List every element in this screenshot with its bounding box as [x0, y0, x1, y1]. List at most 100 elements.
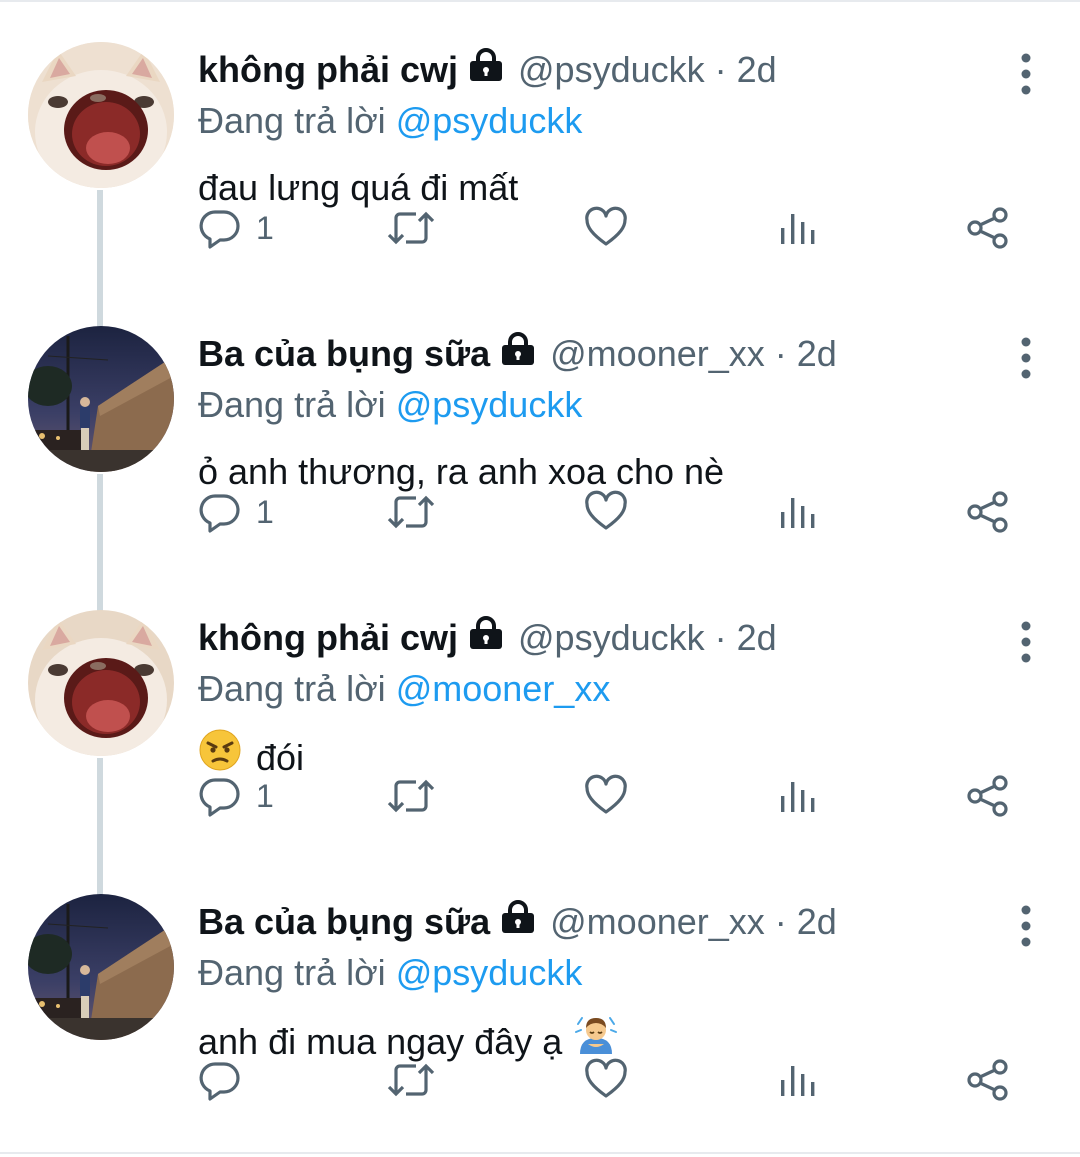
share-button[interactable] [966, 482, 1010, 542]
retweet-button[interactable] [386, 1050, 436, 1110]
like-button[interactable] [584, 482, 628, 542]
tweet[interactable]: không phải cwj @psyduckk · 2d Đang trả l… [0, 2, 1080, 286]
reply-icon [199, 778, 240, 817]
reply-button[interactable]: 1 [198, 198, 274, 258]
reply-icon [199, 494, 240, 533]
tweet-header: không phải cwj @psyduckk · 2d [198, 610, 1020, 666]
author-name[interactable]: Ba của bụng sữa [198, 894, 490, 950]
tweet[interactable]: Ba của bụng sữa @mooner_xx · 2d Đang trả… [0, 854, 1080, 1138]
views-icon [781, 498, 815, 528]
author-name[interactable]: không phải cwj [198, 610, 458, 666]
replying-to: Đang trả lời @psyduckk [198, 382, 1020, 428]
like-icon [585, 490, 627, 530]
views-icon [781, 214, 815, 244]
tweet-time[interactable]: 2d [737, 610, 777, 666]
replying-to: Đang trả lời @mooner_xx [198, 666, 1020, 712]
like-button[interactable] [584, 766, 628, 826]
reply-button[interactable]: 1 [198, 766, 274, 826]
reply-count: 1 [256, 777, 274, 814]
author-handle[interactable]: @psyduckk [518, 610, 705, 666]
tweet-body: không phải cwj @psyduckk · 2d Đang trả l… [198, 610, 1020, 788]
like-icon [585, 774, 627, 814]
lock-icon [468, 610, 504, 666]
like-icon [585, 1058, 627, 1098]
reply-thread: không phải cwj @psyduckk · 2d Đang trả l… [0, 0, 1080, 1157]
views-button[interactable] [776, 198, 820, 258]
more-icon[interactable] [1016, 902, 1036, 952]
street-photo-avatar [28, 326, 174, 472]
views-button[interactable] [776, 482, 820, 542]
author-handle[interactable]: @mooner_xx [550, 326, 765, 382]
tweet-header: không phải cwj @psyduckk · 2d [198, 42, 1020, 98]
replying-to-label: Đang trả lời [198, 100, 386, 141]
retweet-button[interactable] [386, 766, 436, 826]
like-button[interactable] [584, 1050, 628, 1110]
tweet-actions [198, 1050, 1038, 1110]
tweet-time[interactable]: 2d [797, 326, 837, 382]
replying-to-label: Đang trả lời [198, 384, 386, 425]
reply-count: 1 [256, 209, 274, 246]
share-button[interactable] [966, 766, 1010, 826]
tweet-body: Ba của bụng sữa @mooner_xx · 2d Đang trả… [198, 326, 1020, 500]
retweet-button[interactable] [386, 198, 436, 258]
retweet-icon [387, 495, 435, 529]
replying-to-label: Đang trả lời [198, 668, 386, 709]
more-icon[interactable] [1016, 334, 1036, 384]
replying-to-mention[interactable]: @psyduckk [396, 100, 583, 141]
more-icon[interactable] [1016, 618, 1036, 668]
tweet-actions: 1 [198, 766, 1038, 826]
views-button[interactable] [776, 1050, 820, 1110]
tweet[interactable]: không phải cwj @psyduckk · 2d Đang trả l… [0, 570, 1080, 854]
tweet-header: Ba của bụng sữa @mooner_xx · 2d [198, 326, 1020, 382]
avatar[interactable] [28, 894, 174, 1040]
more-icon[interactable] [1016, 50, 1036, 100]
cat-avatar [28, 42, 174, 188]
replying-to: Đang trả lời @psyduckk [198, 950, 1020, 996]
share-icon [967, 491, 1008, 533]
replying-to-label: Đang trả lời [198, 952, 386, 993]
separator-dot: · [774, 901, 787, 942]
share-icon [967, 207, 1008, 249]
like-button[interactable] [584, 198, 628, 258]
tweet-time[interactable]: 2d [737, 42, 777, 98]
avatar[interactable] [28, 610, 174, 756]
replying-to-mention[interactable]: @psyduckk [396, 952, 583, 993]
tweet-body: không phải cwj @psyduckk · 2d Đang trả l… [198, 42, 1020, 216]
share-icon [967, 1059, 1008, 1101]
replying-to-mention[interactable]: @psyduckk [396, 384, 583, 425]
divider [0, 1152, 1080, 1154]
tweet-actions: 1 [198, 198, 1038, 258]
share-icon [967, 775, 1008, 817]
tweet-actions: 1 [198, 482, 1038, 542]
share-button[interactable] [966, 198, 1010, 258]
retweet-icon [387, 211, 435, 245]
retweet-button[interactable] [386, 482, 436, 542]
cat-avatar [28, 610, 174, 756]
avatar[interactable] [28, 42, 174, 188]
retweet-icon [387, 1063, 435, 1097]
author-handle[interactable]: @mooner_xx [550, 894, 765, 950]
reply-button[interactable]: 1 [198, 482, 274, 542]
separator-dot: · [714, 617, 727, 658]
lock-icon [500, 894, 536, 950]
street-photo-avatar [28, 894, 174, 1040]
tweet-body: Ba của bụng sữa @mooner_xx · 2d Đang trả… [198, 894, 1020, 1072]
like-icon [585, 206, 627, 246]
retweet-icon [387, 779, 435, 813]
author-name[interactable]: không phải cwj [198, 42, 458, 98]
author-handle[interactable]: @psyduckk [518, 42, 705, 98]
tweet-time[interactable]: 2d [797, 894, 837, 950]
share-button[interactable] [966, 1050, 1010, 1110]
tweet[interactable]: Ba của bụng sữa @mooner_xx · 2d Đang trả… [0, 286, 1080, 570]
lock-icon [500, 326, 536, 382]
views-button[interactable] [776, 766, 820, 826]
views-icon [781, 782, 815, 812]
author-name[interactable]: Ba của bụng sữa [198, 326, 490, 382]
views-icon [781, 1066, 815, 1096]
tweet-header: Ba của bụng sữa @mooner_xx · 2d [198, 894, 1020, 950]
separator-dot: · [714, 49, 727, 90]
replying-to-mention[interactable]: @mooner_xx [396, 668, 611, 709]
avatar[interactable] [28, 326, 174, 472]
reply-button[interactable] [198, 1050, 256, 1110]
reply-icon [199, 1062, 240, 1101]
